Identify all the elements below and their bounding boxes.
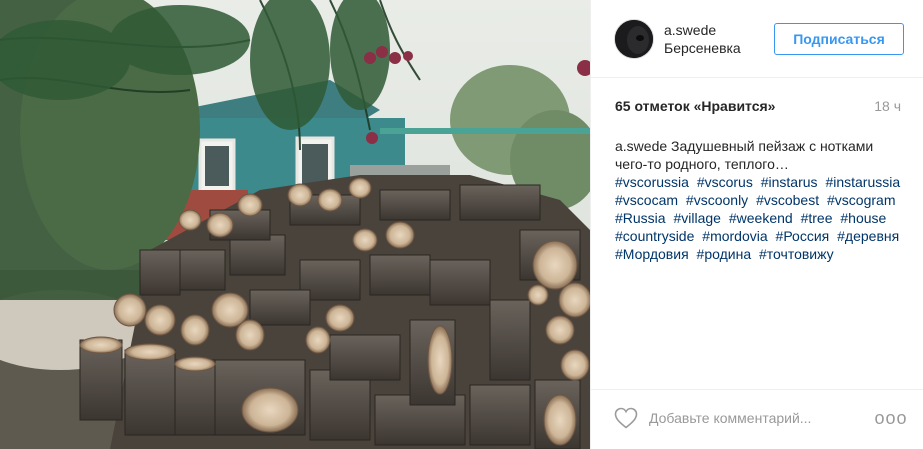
- follow-button[interactable]: Подписаться: [774, 23, 904, 55]
- post-photo[interactable]: [0, 0, 590, 449]
- post-time[interactable]: 18 ч: [874, 98, 901, 114]
- username-link[interactable]: a.swede: [664, 22, 716, 38]
- hashtag-link[interactable]: #vscorus: [697, 174, 753, 190]
- hashtag-link[interactable]: #деревня: [837, 228, 899, 244]
- post-header: a.swede Берсеневка Подписаться: [591, 0, 923, 78]
- heart-outline-icon[interactable]: [614, 407, 638, 429]
- hashtag-link[interactable]: #countryside: [615, 228, 694, 244]
- avatar[interactable]: [614, 19, 654, 59]
- hashtag-link[interactable]: #weekend: [729, 210, 793, 226]
- post-details-panel: a.swede Берсеневка Подписаться 65 отмето…: [590, 0, 923, 449]
- hashtag-link[interactable]: #house: [840, 210, 886, 226]
- hashtag-link[interactable]: #родина: [697, 246, 752, 262]
- location-link[interactable]: Берсеневка: [664, 40, 741, 56]
- likes-count[interactable]: 65 отметок «Нравится»: [615, 98, 775, 114]
- hashtag-link[interactable]: #mordovia: [702, 228, 767, 244]
- hashtag-list: #vscorussia #vscorus #instarus #instarus…: [615, 173, 905, 263]
- more-options-icon[interactable]: ooo: [874, 406, 906, 430]
- hashtag-link[interactable]: #точтовижу: [759, 246, 834, 262]
- hashtag-link[interactable]: #Russia: [615, 210, 666, 226]
- hashtag-link[interactable]: #instarus: [761, 174, 818, 190]
- hashtag-link[interactable]: #Мордовия: [615, 246, 689, 262]
- likes-row: 65 отметок «Нравится» 18 ч: [615, 98, 901, 116]
- hashtag-link[interactable]: #vscocam: [615, 192, 678, 208]
- caption-username-link[interactable]: a.swede: [615, 138, 667, 154]
- hashtag-link[interactable]: #tree: [801, 210, 833, 226]
- hashtag-link[interactable]: #instarussia: [825, 174, 900, 190]
- post-footer: ooo: [591, 389, 923, 449]
- hashtag-link[interactable]: #vscorussia: [615, 174, 689, 190]
- hashtag-link[interactable]: #Россия: [776, 228, 830, 244]
- avatar-image: [615, 20, 653, 58]
- firewood-village-photo: [0, 0, 590, 449]
- hashtag-link[interactable]: #vscogram: [827, 192, 895, 208]
- hashtag-link[interactable]: #vscobest: [756, 192, 819, 208]
- comment-input[interactable]: [649, 408, 859, 428]
- caption: a.swede Задушевный пейзаж с нотками чего…: [615, 137, 905, 263]
- hashtag-link[interactable]: #vscoonly: [686, 192, 748, 208]
- hashtag-link[interactable]: #village: [673, 210, 720, 226]
